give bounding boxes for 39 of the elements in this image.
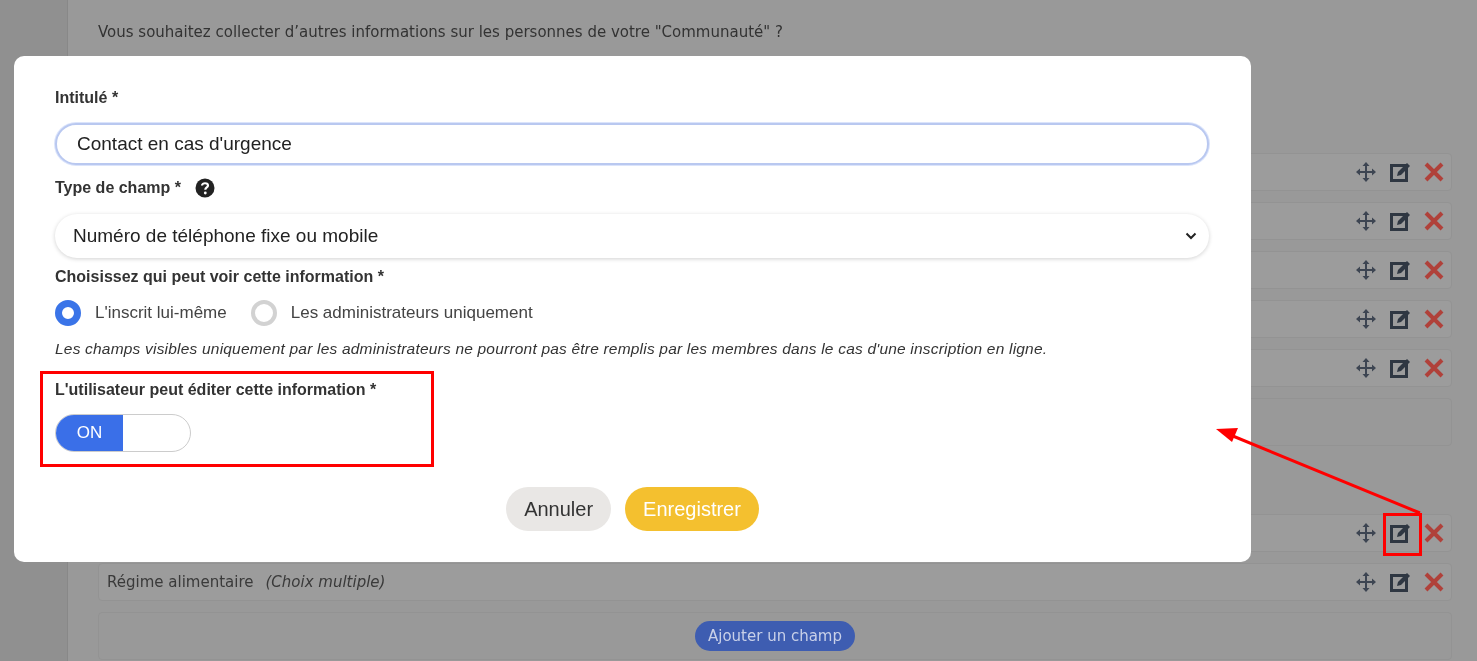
move-icon[interactable] — [1355, 522, 1377, 544]
title-input[interactable]: Contact en cas d'urgence — [55, 123, 1209, 165]
type-dropdown[interactable]: Numéro de téléphone fixe ou mobile — [55, 214, 1209, 258]
delete-icon[interactable] — [1423, 308, 1445, 330]
cancel-button[interactable]: Annuler — [506, 487, 612, 531]
delete-icon[interactable] — [1423, 357, 1445, 379]
help-icon[interactable] — [194, 178, 215, 198]
delete-icon[interactable] — [1423, 571, 1445, 593]
help-note: Les champs visibles uniquement par les administrateurs ne pourront pas être remplis par les membres dans le cas d'une inscription en ligne. — [55, 340, 1048, 358]
move-icon[interactable] — [1355, 571, 1377, 593]
radio-button[interactable] — [55, 300, 81, 326]
highlight-frame — [1383, 513, 1422, 556]
field-type: (Choix multiple) — [265, 573, 386, 591]
field-name: Régime alimentaire — [107, 573, 254, 591]
add-field-button[interactable]: Ajouter un champ — [695, 621, 855, 651]
edit-icon[interactable] — [1389, 357, 1411, 379]
delete-icon[interactable] — [1423, 210, 1445, 232]
move-icon[interactable] — [1355, 210, 1377, 232]
move-icon[interactable] — [1355, 357, 1377, 379]
move-icon[interactable] — [1355, 259, 1377, 281]
field-label: Intitulé * — [55, 89, 119, 107]
edit-icon[interactable] — [1389, 210, 1411, 232]
field-label: L'utilisateur peut éditer cette information * — [55, 381, 377, 399]
intro-text: Vous souhaitez collecter d’autres informations sur les personnes de votre "Communauté" ? — [98, 22, 784, 43]
edit-icon[interactable] — [1389, 259, 1411, 281]
field-label: Type de champ * — [55, 179, 181, 197]
edit-icon[interactable] — [1389, 522, 1411, 544]
radio-label: L'inscrit lui-même — [95, 303, 227, 323]
delete-icon[interactable] — [1423, 161, 1445, 183]
edit-icon[interactable] — [1389, 308, 1411, 330]
field-label: Choisissez qui peut voir cette information * — [55, 268, 384, 286]
edit-icon[interactable] — [1389, 571, 1411, 593]
chevron-icon — [1185, 232, 1197, 240]
radio-label: Les administrateurs uniquement — [290, 303, 533, 323]
edit-icon[interactable] — [1389, 161, 1411, 183]
move-icon[interactable] — [1355, 161, 1377, 183]
move-icon[interactable] — [1355, 308, 1377, 330]
delete-icon[interactable] — [1423, 259, 1445, 281]
delete-icon[interactable] — [1423, 522, 1445, 544]
